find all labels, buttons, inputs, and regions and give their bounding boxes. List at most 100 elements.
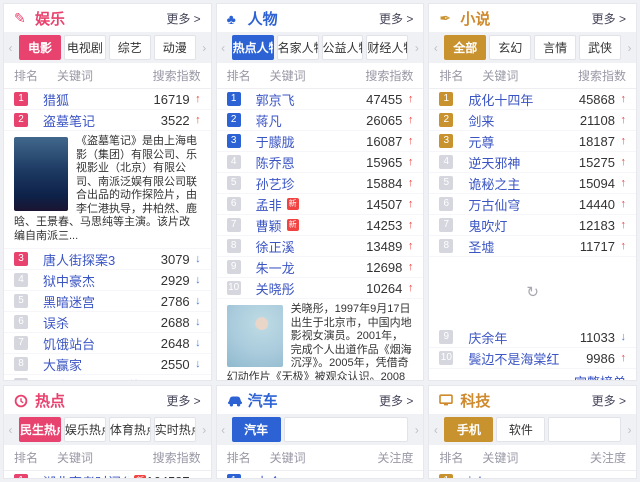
table-row[interactable]: 9 朱一龙 12698 xyxy=(217,257,424,278)
table-row[interactable]: 7 曹颖 新 14253 xyxy=(217,215,424,236)
keyword-link[interactable]: 蒋凡 xyxy=(256,111,282,130)
keyword-link[interactable]: 陈乔恩 xyxy=(256,153,295,172)
tab-romance[interactable]: 言情 xyxy=(534,35,576,60)
table-row[interactable]: 10 鬓边不是海棠红 9986 xyxy=(429,348,636,369)
tab-scroll-right-icon[interactable]: › xyxy=(624,423,635,437)
tab-scroll-left-icon[interactable]: ‹ xyxy=(218,423,229,437)
keyword-link[interactable]: 狱中豪杰 xyxy=(43,271,95,290)
keyword-link[interactable]: 孟非 xyxy=(256,195,282,214)
more-link[interactable]: 更多 > xyxy=(166,10,200,27)
table-row[interactable]: 6 万古仙穹 14440 xyxy=(429,194,636,215)
tab-charity-people[interactable]: 公益人物 xyxy=(322,35,364,60)
keyword-link[interactable]: 饥饿站台 xyxy=(43,334,95,353)
keyword-link[interactable]: 唐人街探案3 xyxy=(43,250,115,269)
tab-scroll-right-icon[interactable]: › xyxy=(411,423,422,437)
table-row[interactable]: 4 逆天邪神 15275 xyxy=(429,152,636,173)
keyword-link[interactable]: 猎狐 xyxy=(43,90,69,109)
keyword-link[interactable]: 大众 xyxy=(256,472,282,480)
full-list-link[interactable]: 完整榜单 xyxy=(574,372,626,381)
more-link[interactable]: 更多 > xyxy=(592,10,626,27)
keyword-link[interactable]: 曹颖 xyxy=(256,216,282,235)
keyword-link[interactable]: 朱一龙 xyxy=(256,258,295,277)
table-row[interactable]: 1 猎狐 16719 xyxy=(4,89,211,110)
keyword-link[interactable]: 黑暗迷宫 xyxy=(43,292,95,311)
table-row[interactable]: 7 鬼吹灯 12183 xyxy=(429,215,636,236)
tab-hot-people[interactable]: 热点人物 xyxy=(232,35,274,60)
tab-scroll-left-icon[interactable]: ‹ xyxy=(5,41,16,55)
table-row[interactable]: 9 复仇者联盟4：终局.. 2525 xyxy=(4,375,211,381)
table-row[interactable]: 8 徐正溪 13489 xyxy=(217,236,424,257)
tab-finance-people[interactable]: 财经人物 xyxy=(366,35,408,60)
table-row[interactable]: 1 成化十四年 45868 xyxy=(429,89,636,110)
keyword-link[interactable]: 庆余年 xyxy=(468,328,507,347)
tab-all-novels[interactable]: 全部 xyxy=(444,35,486,60)
table-row[interactable]: 4 狱中豪杰 2929 xyxy=(4,270,211,291)
keyword-link[interactable]: 元尊 xyxy=(468,132,494,151)
keyword-link[interactable]: 成化十四年 xyxy=(468,90,533,109)
tab-software[interactable]: 软件 xyxy=(496,417,545,442)
table-row[interactable]: 1 大众 xyxy=(217,471,424,479)
table-row[interactable]: 5 诡秘之主 15094 xyxy=(429,173,636,194)
table-row[interactable]: 4 陈乔恩 15965 xyxy=(217,152,424,173)
keyword-link[interactable]: 盗墓笔记 xyxy=(43,111,95,130)
table-row[interactable]: 6 误杀 2688 xyxy=(4,312,211,333)
tab-realtime-hot[interactable]: 实时热点 xyxy=(154,417,196,442)
table-row[interactable]: 8 圣墟 11717 xyxy=(429,236,636,257)
tab-movies[interactable]: 电影 xyxy=(19,35,61,60)
more-link[interactable]: 更多 > xyxy=(592,392,626,409)
keyword-link[interactable]: 剑来 xyxy=(468,111,494,130)
table-row[interactable]: 1 湖北高考时间公布 新 164587 xyxy=(4,471,211,479)
more-link[interactable]: 更多 > xyxy=(379,10,413,27)
tab-fantasy[interactable]: 玄幻 xyxy=(489,35,531,60)
keyword-link[interactable]: 万古仙穹 xyxy=(468,195,520,214)
keyword-link[interactable]: 鬼吹灯 xyxy=(468,216,507,235)
table-row[interactable]: 5 孙艺珍 15884 xyxy=(217,173,424,194)
keyword-link[interactable]: 大赢家 xyxy=(43,355,82,374)
table-row[interactable]: 3 于朦胧 16087 xyxy=(217,131,424,152)
table-row[interactable]: 2 剑来 21108 xyxy=(429,110,636,131)
keyword-link[interactable]: 诡秘之主 xyxy=(468,174,520,193)
keyword-link[interactable]: 鬓边不是海棠红 xyxy=(468,349,559,368)
keyword-link[interactable]: 郭京飞 xyxy=(256,90,295,109)
tab-cars[interactable]: 汽车 xyxy=(232,417,281,442)
more-link[interactable]: 更多 > xyxy=(379,392,413,409)
table-row[interactable]: 5 黑暗迷宫 2786 xyxy=(4,291,211,312)
tab-scroll-right-icon[interactable]: › xyxy=(411,41,422,55)
tab-anime[interactable]: 动漫 xyxy=(154,35,196,60)
keyword-link[interactable]: 徐正溪 xyxy=(256,237,295,256)
tab-scroll-left-icon[interactable]: ‹ xyxy=(430,41,441,55)
keyword-link[interactable]: 逆天邪神 xyxy=(468,153,520,172)
keyword-link[interactable]: 于朦胧 xyxy=(256,132,295,151)
table-row[interactable]: 8 大赢家 2550 xyxy=(4,354,211,375)
movie-poster-image[interactable] xyxy=(14,137,68,211)
table-row[interactable]: 10 关晓彤 10264 xyxy=(217,278,424,299)
table-row[interactable]: 2 盗墓笔记 3522 xyxy=(4,110,211,131)
table-row[interactable]: 3 唐人街探案3 3079 xyxy=(4,249,211,270)
tab-tv-series[interactable]: 电视剧 xyxy=(64,35,106,60)
tab-scroll-left-icon[interactable]: ‹ xyxy=(430,423,441,437)
keyword-link[interactable]: iphone xyxy=(468,474,507,480)
keyword-link[interactable]: 圣墟 xyxy=(468,237,494,256)
table-row[interactable]: 1 iphone xyxy=(429,471,636,479)
keyword-link[interactable]: 湖北高考时间公布 xyxy=(43,472,129,480)
keyword-link[interactable]: 复仇者联盟4：终局.. xyxy=(43,376,161,382)
tab-entertainment-hot[interactable]: 娱乐热点 xyxy=(64,417,106,442)
tab-livelihood-hot[interactable]: 民生热点 xyxy=(19,417,61,442)
person-photo-image[interactable] xyxy=(227,305,283,367)
tab-scroll-right-icon[interactable]: › xyxy=(624,41,635,55)
table-row[interactable]: 2 蒋凡 26065 xyxy=(217,110,424,131)
tab-wuxia[interactable]: 武侠 xyxy=(579,35,621,60)
keyword-link[interactable]: 孙艺珍 xyxy=(256,174,295,193)
more-link[interactable]: 更多 > xyxy=(166,392,200,409)
table-row[interactable]: 6 孟非 新 14507 xyxy=(217,194,424,215)
tab-variety[interactable]: 综艺 xyxy=(109,35,151,60)
keyword-link[interactable]: 误杀 xyxy=(43,313,69,332)
tab-scroll-left-icon[interactable]: ‹ xyxy=(218,41,229,55)
table-row[interactable]: 3 元尊 18187 xyxy=(429,131,636,152)
tab-scroll-left-icon[interactable]: ‹ xyxy=(5,423,16,437)
tab-scroll-right-icon[interactable]: › xyxy=(199,423,210,437)
tab-famous-people[interactable]: 名家人物 xyxy=(277,35,319,60)
table-row[interactable]: 7 饥饿站台 2648 xyxy=(4,333,211,354)
tab-scroll-right-icon[interactable]: › xyxy=(199,41,210,55)
tab-phones[interactable]: 手机 xyxy=(444,417,493,442)
